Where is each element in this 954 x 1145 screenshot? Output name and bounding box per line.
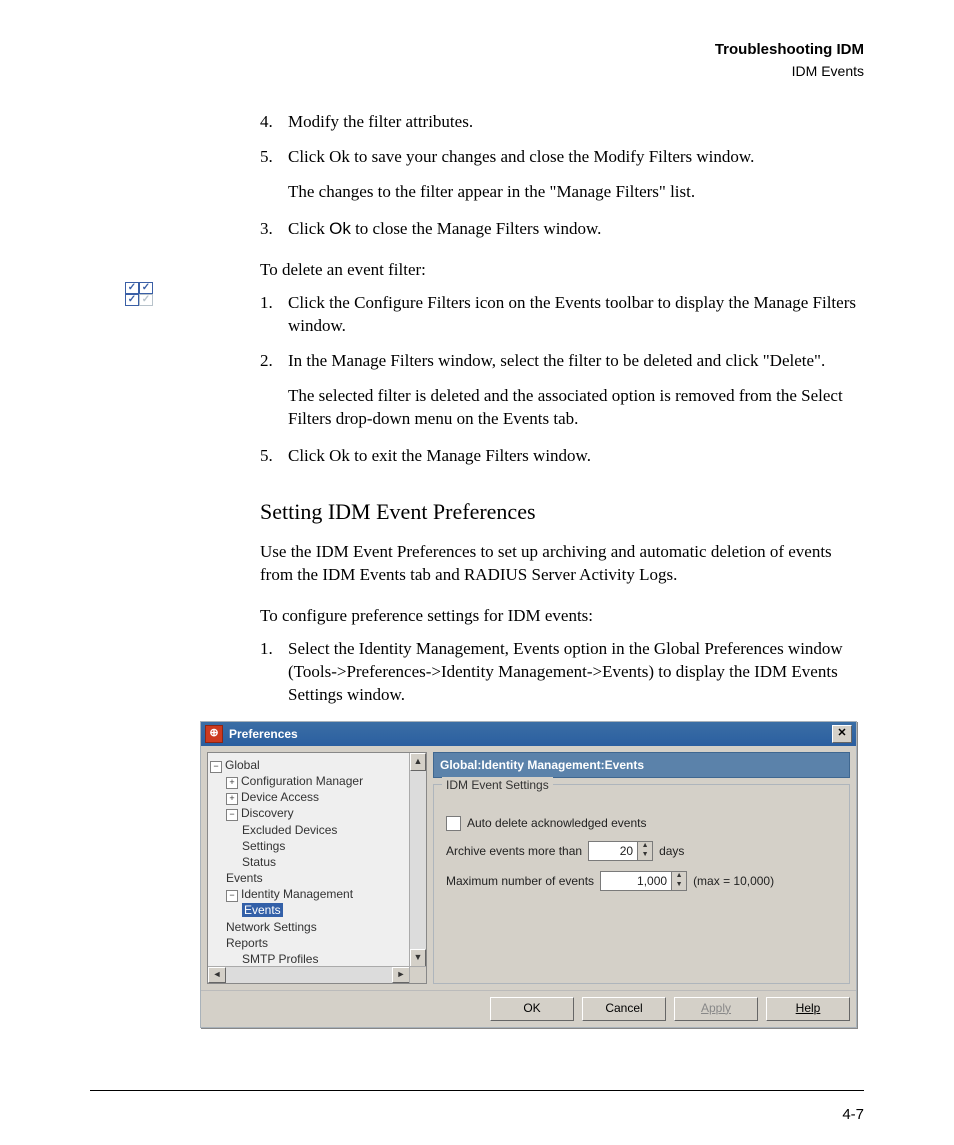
tree-item[interactable]: Settings — [210, 838, 408, 854]
step-item: 1. Select the Identity Management, Event… — [260, 638, 864, 707]
page-number: 4-7 — [842, 1106, 864, 1123]
step-number: 5. — [260, 146, 288, 169]
dialog-titlebar[interactable]: ⊕ Preferences ✕ — [201, 722, 856, 746]
step-number: 2. — [260, 350, 288, 373]
auto-delete-label: Auto delete acknowledged events — [467, 815, 646, 831]
tree-item[interactable]: Events — [210, 870, 408, 886]
archive-days-value[interactable]: 20 — [589, 842, 637, 860]
tree-item[interactable]: +Device Access — [210, 789, 408, 805]
help-button[interactable]: Help — [766, 997, 850, 1021]
step-text: Click the Configure Filters icon on the … — [288, 292, 864, 338]
spin-down-icon[interactable]: ▼ — [672, 881, 686, 890]
apply-button[interactable]: Apply — [674, 997, 758, 1021]
step-text: Click Ok to save your changes and close … — [288, 146, 864, 169]
header-subtitle: IDM Events — [90, 62, 864, 81]
step-text: Click Ok to exit the Manage Filters wind… — [288, 445, 864, 468]
step-item: 2. In the Manage Filters window, select … — [260, 350, 864, 373]
max-events-suffix: (max = 10,000) — [693, 873, 774, 889]
step-number: 4. — [260, 111, 288, 134]
tree-item[interactable]: Excluded Devices — [210, 822, 408, 838]
section-heading: Setting IDM Event Preferences — [260, 497, 864, 527]
archive-unit: days — [659, 843, 684, 859]
tree-item[interactable]: +Configuration Manager — [210, 773, 408, 789]
preferences-dialog: ⊕ Preferences ✕ −Global +Configuration M… — [200, 721, 857, 1028]
idm-event-settings-group: IDM Event Settings Auto delete acknowled… — [433, 784, 850, 984]
tree-item-selected[interactable]: Events — [210, 902, 408, 918]
step-item: 1. Click the Configure Filters icon on t… — [260, 292, 864, 338]
ok-button[interactable]: OK — [490, 997, 574, 1021]
step-number: 1. — [260, 638, 288, 707]
tree-item[interactable]: SMTP Profiles — [210, 951, 408, 967]
header-title: Troubleshooting IDM — [90, 40, 864, 60]
max-events-value[interactable]: 1,000 — [601, 872, 671, 890]
archive-label: Archive events more than — [446, 843, 582, 859]
step-text: Select the Identity Management, Events o… — [288, 638, 864, 707]
configure-filters-icon: ✓✓ ✓✓ — [125, 282, 155, 304]
scroll-down-icon[interactable]: ▼ — [410, 949, 426, 967]
tree-pane: −Global +Configuration Manager +Device A… — [207, 752, 427, 984]
step-item: 5. Click Ok to exit the Manage Filters w… — [260, 445, 864, 468]
cancel-button[interactable]: Cancel — [582, 997, 666, 1021]
app-icon: ⊕ — [205, 725, 223, 743]
spin-up-icon[interactable]: ▲ — [672, 872, 686, 881]
spin-down-icon[interactable]: ▼ — [638, 851, 652, 860]
groupbox-legend: IDM Event Settings — [442, 777, 553, 793]
max-events-label: Maximum number of events — [446, 873, 594, 889]
step-text: In the Manage Filters window, select the… — [288, 350, 864, 373]
dialog-title: Preferences — [229, 726, 298, 742]
step-text: Modify the filter attributes. — [288, 111, 864, 134]
scroll-up-icon[interactable]: ▲ — [410, 753, 426, 771]
expand-icon[interactable]: + — [226, 777, 238, 789]
scrollbar-corner — [409, 966, 426, 983]
tree-item-global[interactable]: −Global — [210, 757, 408, 773]
step-text: Click Ok to close the Manage Filters win… — [288, 218, 864, 241]
collapse-icon[interactable]: − — [210, 761, 222, 773]
step-item: 3. Click Ok to close the Manage Filters … — [260, 218, 864, 241]
horizontal-scrollbar[interactable]: ◄ ► — [208, 966, 410, 983]
step-result: The changes to the filter appear in the … — [288, 181, 864, 204]
section-intro: Use the IDM Event Preferences to set up … — [260, 541, 864, 587]
scroll-left-icon[interactable]: ◄ — [208, 967, 226, 983]
scroll-right-icon[interactable]: ► — [392, 967, 410, 983]
vertical-scrollbar[interactable]: ▲ ▼ — [409, 753, 426, 967]
auto-delete-checkbox[interactable] — [446, 816, 461, 831]
configure-intro: To configure preference settings for IDM… — [260, 605, 864, 628]
tree-item[interactable]: Network Settings — [210, 919, 408, 935]
expand-icon[interactable]: + — [226, 793, 238, 805]
step-number: 3. — [260, 218, 288, 241]
max-events-spinner[interactable]: 1,000 ▲▼ — [600, 871, 687, 891]
close-button[interactable]: ✕ — [832, 725, 852, 743]
step-item: 4. Modify the filter attributes. — [260, 111, 864, 134]
step-number: 1. — [260, 292, 288, 338]
collapse-icon[interactable]: − — [226, 809, 238, 821]
tree-item[interactable]: Status — [210, 854, 408, 870]
delete-intro: To delete an event filter: — [260, 259, 864, 282]
step-result: The selected filter is deleted and the a… — [288, 385, 864, 431]
spin-up-icon[interactable]: ▲ — [638, 842, 652, 851]
step-number: 5. — [260, 445, 288, 468]
tree-item[interactable]: −Identity Management — [210, 886, 408, 902]
archive-days-spinner[interactable]: 20 ▲▼ — [588, 841, 653, 861]
panel-title: Global:Identity Management:Events — [433, 752, 850, 778]
collapse-icon[interactable]: − — [226, 890, 238, 902]
tree-item[interactable]: Reports — [210, 935, 408, 951]
tree-view[interactable]: −Global +Configuration Manager +Device A… — [208, 753, 410, 967]
step-item: 5. Click Ok to save your changes and clo… — [260, 146, 864, 169]
tree-item[interactable]: −Discovery — [210, 805, 408, 821]
